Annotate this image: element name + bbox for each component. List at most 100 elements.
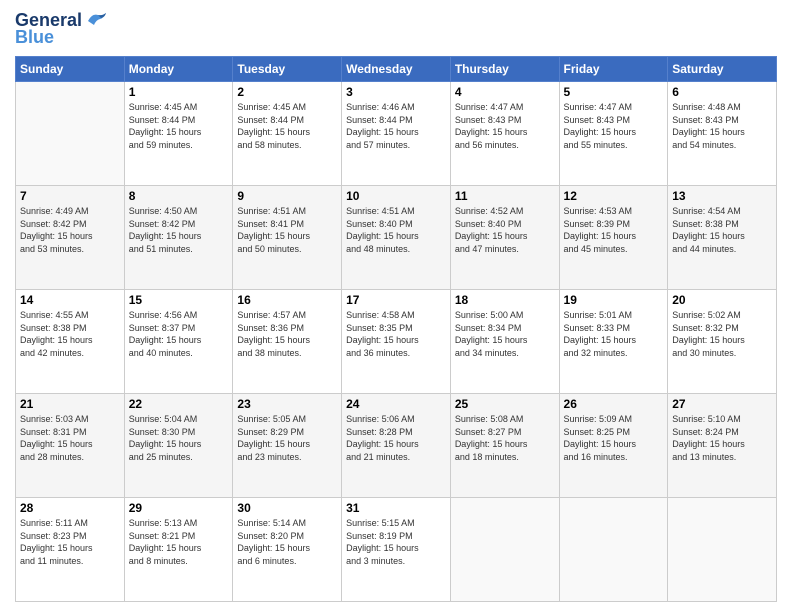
day-number: 20: [672, 293, 772, 307]
day-info: Sunrise: 4:53 AM Sunset: 8:39 PM Dayligh…: [564, 205, 664, 255]
calendar-cell: 11 Sunrise: 4:52 AM Sunset: 8:40 PM Dayli…: [450, 186, 559, 290]
day-number: 4: [455, 85, 555, 99]
calendar-cell: 22 Sunrise: 5:04 AM Sunset: 8:30 PM Dayli…: [124, 394, 233, 498]
calendar-table: SundayMondayTuesdayWednesdayThursdayFrid…: [15, 56, 777, 602]
day-info: Sunrise: 4:58 AM Sunset: 8:35 PM Dayligh…: [346, 309, 446, 359]
day-info: Sunrise: 5:11 AM Sunset: 8:23 PM Dayligh…: [20, 517, 120, 567]
calendar-cell: 21Sunrise: 5:03 AM Sunset: 8:31 PM Dayli…: [16, 394, 125, 498]
calendar-cell: 28 Sunrise: 5:11 AM Sunset: 8:23 PM Dayli…: [16, 498, 125, 602]
calendar-week-row: 7Sunrise: 4:49 AM Sunset: 8:42 PM Daylig…: [16, 186, 777, 290]
day-number: 31: [346, 501, 446, 515]
day-number: 19: [564, 293, 664, 307]
calendar-cell: 9Sunrise: 4:51 AM Sunset: 8:41 PM Daylig…: [233, 186, 342, 290]
day-info: Sunrise: 4:52 AM Sunset: 8:40 PM Dayligh…: [455, 205, 555, 255]
calendar-cell: 16 Sunrise: 4:57 AM Sunset: 8:36 PM Dayli…: [233, 290, 342, 394]
day-info: Sunrise: 5:01 AM Sunset: 8:33 PM Dayligh…: [564, 309, 664, 359]
day-number: 11: [455, 189, 555, 203]
calendar-cell: 1Sunrise: 4:45 AM Sunset: 8:44 PM Daylig…: [124, 82, 233, 186]
day-info: Sunrise: 4:46 AM Sunset: 8:44 PM Dayligh…: [346, 101, 446, 151]
calendar-cell: [668, 498, 777, 602]
calendar-cell: 18 Sunrise: 5:00 AM Sunset: 8:34 PM Dayli…: [450, 290, 559, 394]
calendar-cell: 27 Sunrise: 5:10 AM Sunset: 8:24 PM Dayli…: [668, 394, 777, 498]
day-number: 7: [20, 189, 120, 203]
calendar-cell: 23 Sunrise: 5:05 AM Sunset: 8:29 PM Dayli…: [233, 394, 342, 498]
day-number: 2: [237, 85, 337, 99]
calendar-cell: 14Sunrise: 4:55 AM Sunset: 8:38 PM Dayli…: [16, 290, 125, 394]
day-info: Sunrise: 4:50 AM Sunset: 8:42 PM Dayligh…: [129, 205, 229, 255]
day-number: 25: [455, 397, 555, 411]
day-number: 3: [346, 85, 446, 99]
day-number: 9: [237, 189, 337, 203]
calendar-cell: 20 Sunrise: 5:02 AM Sunset: 8:32 PM Dayli…: [668, 290, 777, 394]
weekday-header: Wednesday: [342, 57, 451, 82]
day-number: 10: [346, 189, 446, 203]
day-number: 30: [237, 501, 337, 515]
day-number: 12: [564, 189, 664, 203]
calendar-week-row: 28 Sunrise: 5:11 AM Sunset: 8:23 PM Dayli…: [16, 498, 777, 602]
calendar-cell: 29Sunrise: 5:13 AM Sunset: 8:21 PM Dayli…: [124, 498, 233, 602]
day-number: 23: [237, 397, 337, 411]
calendar-cell: 26 Sunrise: 5:09 AM Sunset: 8:25 PM Dayli…: [559, 394, 668, 498]
day-number: 27: [672, 397, 772, 411]
day-info: Sunrise: 5:02 AM Sunset: 8:32 PM Dayligh…: [672, 309, 772, 359]
calendar-cell: 15 Sunrise: 4:56 AM Sunset: 8:37 PM Dayli…: [124, 290, 233, 394]
day-info: Sunrise: 4:54 AM Sunset: 8:38 PM Dayligh…: [672, 205, 772, 255]
day-info: Sunrise: 5:05 AM Sunset: 8:29 PM Dayligh…: [237, 413, 337, 463]
logo: General Blue: [15, 10, 108, 48]
day-info: Sunrise: 4:55 AM Sunset: 8:38 PM Dayligh…: [20, 309, 120, 359]
weekday-header: Friday: [559, 57, 668, 82]
day-info: Sunrise: 5:06 AM Sunset: 8:28 PM Dayligh…: [346, 413, 446, 463]
logo-blue-text: Blue: [15, 27, 54, 48]
day-info: Sunrise: 5:10 AM Sunset: 8:24 PM Dayligh…: [672, 413, 772, 463]
calendar-cell: 2Sunrise: 4:45 AM Sunset: 8:44 PM Daylig…: [233, 82, 342, 186]
calendar-cell: 8 Sunrise: 4:50 AM Sunset: 8:42 PM Daylig…: [124, 186, 233, 290]
day-number: 22: [129, 397, 229, 411]
calendar-cell: 19 Sunrise: 5:01 AM Sunset: 8:33 PM Dayli…: [559, 290, 668, 394]
day-number: 21: [20, 397, 120, 411]
calendar-cell: [450, 498, 559, 602]
calendar-cell: 5 Sunrise: 4:47 AM Sunset: 8:43 PM Daylig…: [559, 82, 668, 186]
day-info: Sunrise: 4:57 AM Sunset: 8:36 PM Dayligh…: [237, 309, 337, 359]
weekday-header: Tuesday: [233, 57, 342, 82]
calendar-cell: 13 Sunrise: 4:54 AM Sunset: 8:38 PM Dayli…: [668, 186, 777, 290]
header: General Blue: [15, 10, 777, 48]
day-number: 29: [129, 501, 229, 515]
day-number: 16: [237, 293, 337, 307]
weekday-header: Monday: [124, 57, 233, 82]
day-info: Sunrise: 4:56 AM Sunset: 8:37 PM Dayligh…: [129, 309, 229, 359]
day-number: 1: [129, 85, 229, 99]
day-number: 5: [564, 85, 664, 99]
calendar-cell: [16, 82, 125, 186]
calendar-header-row: SundayMondayTuesdayWednesdayThursdayFrid…: [16, 57, 777, 82]
day-number: 8: [129, 189, 229, 203]
weekday-header: Sunday: [16, 57, 125, 82]
calendar-cell: 6 Sunrise: 4:48 AM Sunset: 8:43 PM Daylig…: [668, 82, 777, 186]
day-number: 15: [129, 293, 229, 307]
day-info: Sunrise: 5:04 AM Sunset: 8:30 PM Dayligh…: [129, 413, 229, 463]
calendar-cell: 30 Sunrise: 5:14 AM Sunset: 8:20 PM Dayli…: [233, 498, 342, 602]
day-info: Sunrise: 5:15 AM Sunset: 8:19 PM Dayligh…: [346, 517, 446, 567]
calendar-week-row: 1Sunrise: 4:45 AM Sunset: 8:44 PM Daylig…: [16, 82, 777, 186]
day-info: Sunrise: 4:47 AM Sunset: 8:43 PM Dayligh…: [564, 101, 664, 151]
day-number: 18: [455, 293, 555, 307]
day-number: 13: [672, 189, 772, 203]
day-info: Sunrise: 5:14 AM Sunset: 8:20 PM Dayligh…: [237, 517, 337, 567]
calendar-cell: 17Sunrise: 4:58 AM Sunset: 8:35 PM Dayli…: [342, 290, 451, 394]
day-info: Sunrise: 5:00 AM Sunset: 8:34 PM Dayligh…: [455, 309, 555, 359]
calendar-week-row: 21Sunrise: 5:03 AM Sunset: 8:31 PM Dayli…: [16, 394, 777, 498]
day-info: Sunrise: 5:09 AM Sunset: 8:25 PM Dayligh…: [564, 413, 664, 463]
day-info: Sunrise: 4:51 AM Sunset: 8:40 PM Dayligh…: [346, 205, 446, 255]
calendar-cell: 7Sunrise: 4:49 AM Sunset: 8:42 PM Daylig…: [16, 186, 125, 290]
day-number: 28: [20, 501, 120, 515]
calendar-cell: 10 Sunrise: 4:51 AM Sunset: 8:40 PM Dayli…: [342, 186, 451, 290]
calendar-cell: 12 Sunrise: 4:53 AM Sunset: 8:39 PM Dayli…: [559, 186, 668, 290]
weekday-header: Thursday: [450, 57, 559, 82]
day-info: Sunrise: 4:48 AM Sunset: 8:43 PM Dayligh…: [672, 101, 772, 151]
day-number: 26: [564, 397, 664, 411]
day-number: 6: [672, 85, 772, 99]
day-info: Sunrise: 4:47 AM Sunset: 8:43 PM Dayligh…: [455, 101, 555, 151]
weekday-header: Saturday: [668, 57, 777, 82]
calendar-cell: 4 Sunrise: 4:47 AM Sunset: 8:43 PM Daylig…: [450, 82, 559, 186]
calendar-cell: 25Sunrise: 5:08 AM Sunset: 8:27 PM Dayli…: [450, 394, 559, 498]
calendar-cell: 24Sunrise: 5:06 AM Sunset: 8:28 PM Dayli…: [342, 394, 451, 498]
